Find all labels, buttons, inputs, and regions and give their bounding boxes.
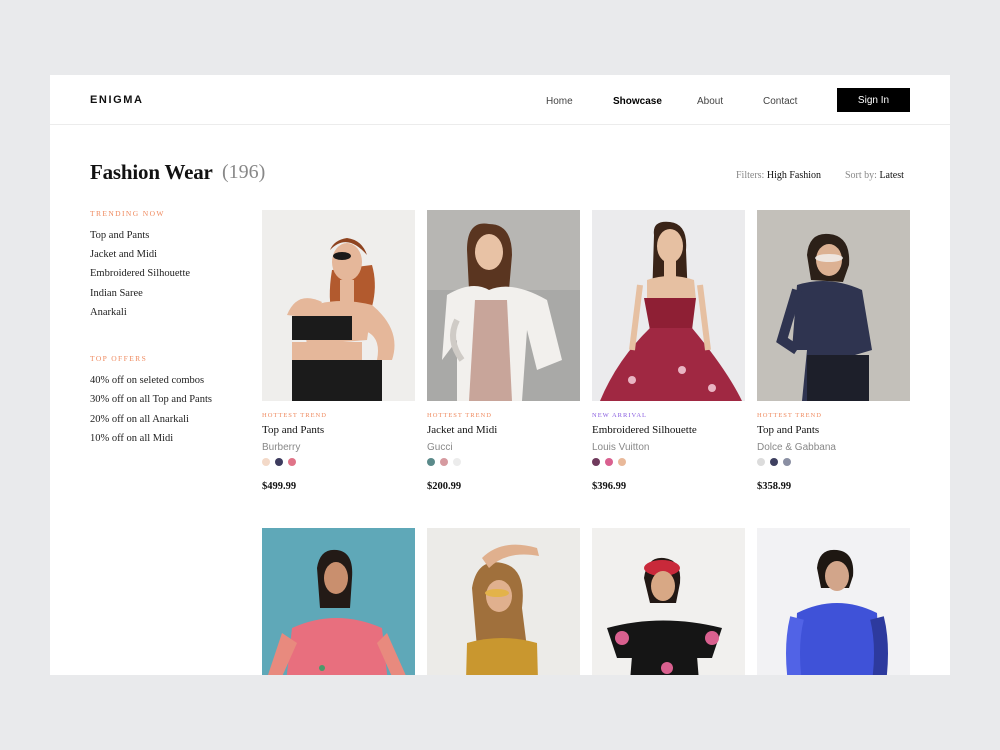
trending-item[interactable]: Jacket and Midi	[90, 249, 157, 260]
color-swatch[interactable]	[288, 458, 296, 466]
product-image[interactable]	[757, 210, 910, 401]
sort-control[interactable]: Sort by: Latest	[845, 170, 904, 181]
product-brand: Dolce & Gabbana	[757, 442, 836, 453]
color-swatch[interactable]	[440, 458, 448, 466]
product-image[interactable]	[262, 528, 415, 675]
brand-logo[interactable]: ENIGMA	[90, 94, 144, 106]
color-swatch[interactable]	[605, 458, 613, 466]
product-tag: NEW ARRIVAL	[592, 412, 647, 419]
product-card[interactable]: HOTTEST TREND Jacket and Midi Gucci $200…	[427, 210, 580, 500]
product-card[interactable]	[262, 528, 415, 675]
offer-item[interactable]: 20% off on all Anarkali	[90, 414, 189, 425]
color-swatch[interactable]	[618, 458, 626, 466]
product-card[interactable]: HOTTEST TREND Top and Pants Burberry $49…	[262, 210, 415, 500]
offer-item[interactable]: 30% off on all Top and Pants	[90, 394, 212, 405]
top-navigation-bar: ENIGMA Home Showcase About Contact Sign …	[50, 75, 950, 125]
nav-home[interactable]: Home	[546, 96, 573, 107]
trending-item[interactable]: Embroidered Silhouette	[90, 268, 190, 279]
product-price: $358.99	[757, 481, 792, 492]
product-card[interactable]: NEW ARRIVAL Embroidered Silhouette Louis…	[592, 210, 745, 500]
trending-heading: TRENDING NOW	[90, 209, 165, 218]
product-card[interactable]	[757, 528, 910, 675]
product-price: $200.99	[427, 481, 462, 492]
product-card[interactable]: HOTTEST TREND Top and Pants Dolce & Gabb…	[757, 210, 910, 500]
product-card[interactable]	[427, 528, 580, 675]
color-swatch[interactable]	[770, 458, 778, 466]
product-tag: HOTTEST TREND	[757, 412, 822, 419]
color-swatch[interactable]	[275, 458, 283, 466]
page-title: Fashion Wear	[90, 160, 213, 184]
product-tag: HOTTEST TREND	[262, 412, 327, 419]
color-swatch[interactable]	[427, 458, 435, 466]
filter-control[interactable]: Filters: High Fashion	[736, 170, 821, 181]
product-price: $396.99	[592, 481, 627, 492]
product-name[interactable]: Embroidered Silhouette	[592, 424, 697, 436]
product-card[interactable]	[592, 528, 745, 675]
product-brand: Gucci	[427, 442, 453, 453]
result-count: (196)	[222, 161, 266, 183]
product-brand: Louis Vuitton	[592, 442, 650, 453]
trending-item[interactable]: Anarkali	[90, 307, 127, 318]
offer-item[interactable]: 40% off on seleted combos	[90, 375, 204, 386]
trending-item[interactable]: Indian Saree	[90, 288, 143, 299]
color-swatch[interactable]	[262, 458, 270, 466]
filter-label: Filters:	[736, 170, 765, 181]
product-image[interactable]	[427, 210, 580, 401]
color-swatch[interactable]	[592, 458, 600, 466]
offers-heading: TOP OFFERS	[90, 354, 148, 363]
nav-about[interactable]: About	[697, 96, 723, 107]
color-swatch[interactable]	[783, 458, 791, 466]
filter-value[interactable]: High Fashion	[767, 170, 821, 181]
sort-value[interactable]: Latest	[879, 170, 903, 181]
nav-showcase[interactable]: Showcase	[613, 96, 662, 107]
product-image[interactable]	[757, 528, 910, 675]
product-image[interactable]	[262, 210, 415, 401]
product-name[interactable]: Top and Pants	[757, 424, 819, 436]
offer-item[interactable]: 10% off on all Midi	[90, 433, 173, 444]
sort-label: Sort by:	[845, 170, 877, 181]
product-price: $499.99	[262, 481, 297, 492]
product-image[interactable]	[427, 528, 580, 675]
app-frame: ENIGMA Home Showcase About Contact Sign …	[50, 75, 950, 675]
color-swatch[interactable]	[757, 458, 765, 466]
product-name[interactable]: Top and Pants	[262, 424, 324, 436]
product-image[interactable]	[592, 528, 745, 675]
product-tag: HOTTEST TREND	[427, 412, 492, 419]
product-brand: Burberry	[262, 442, 301, 453]
sign-in-button[interactable]: Sign In	[837, 88, 910, 112]
nav-contact[interactable]: Contact	[763, 96, 797, 107]
trending-item[interactable]: Top and Pants	[90, 230, 149, 241]
product-name[interactable]: Jacket and Midi	[427, 424, 497, 436]
product-image[interactable]	[592, 210, 745, 401]
color-swatch[interactable]	[453, 458, 461, 466]
